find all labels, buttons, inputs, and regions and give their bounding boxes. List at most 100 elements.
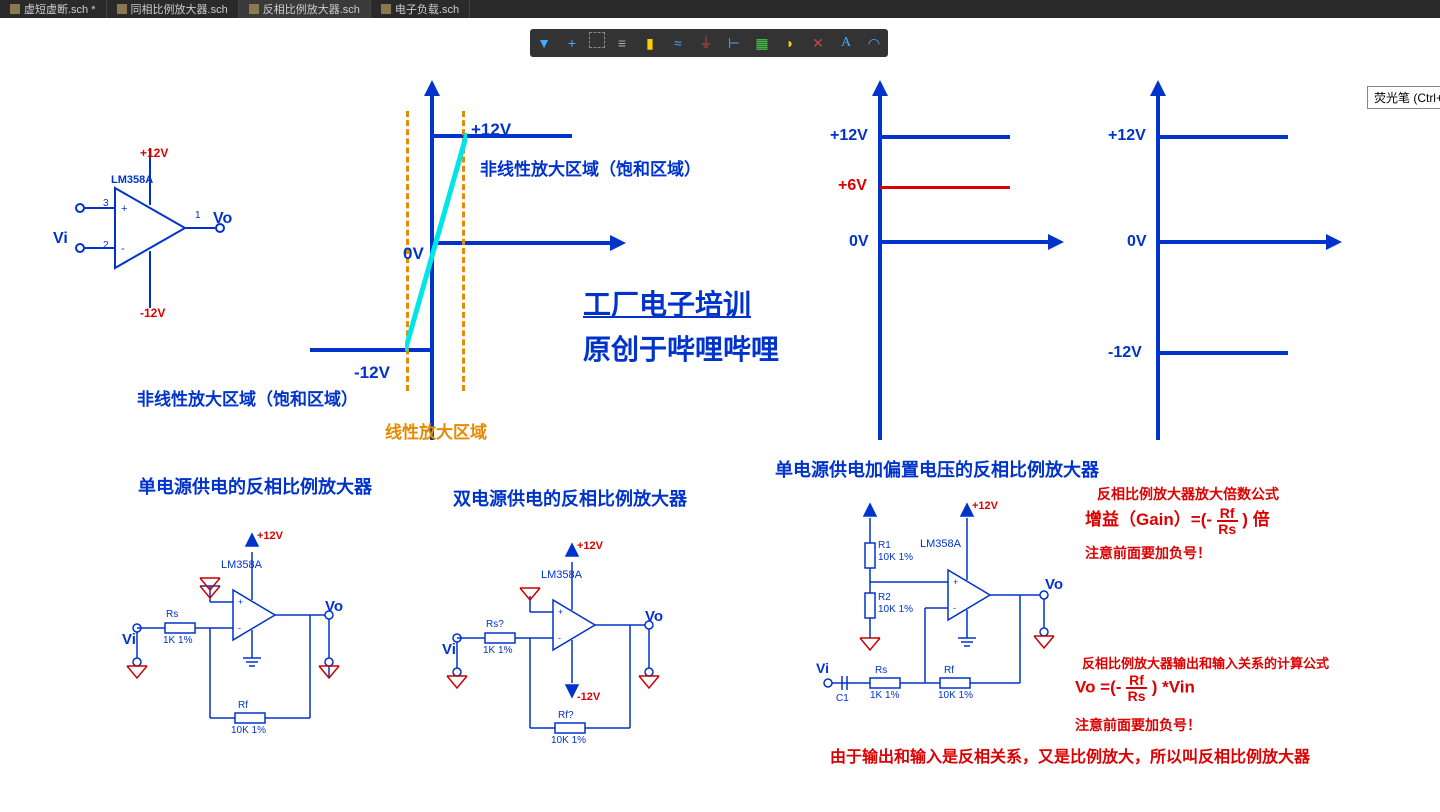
- tab-2[interactable]: 同相比例放大器.sch: [107, 0, 239, 18]
- s1-rs-v: 1K 1%: [163, 635, 192, 646]
- s3-rf: Rf: [944, 665, 954, 676]
- g1-n12: -12V: [354, 363, 390, 383]
- file-icon: [381, 4, 391, 14]
- arrow-r-3: [1326, 234, 1342, 250]
- f-gain: 增益（Gain）=(- Rf Rs ) 倍: [1085, 505, 1270, 536]
- f-bottom: 由于输出和输入是反相关系，又是比例放大，所以叫反相比例放大器: [830, 743, 1310, 767]
- s1-rs: Rs: [166, 609, 178, 620]
- arc-icon[interactable]: ◠: [863, 32, 885, 54]
- s3-rs: Rs: [875, 665, 887, 676]
- svg-text:+: +: [953, 577, 958, 587]
- tab-4[interactable]: 电子负载.sch: [371, 0, 470, 18]
- tab-1[interactable]: 虚短虚断.sch *: [0, 0, 107, 18]
- tab-3[interactable]: 反相比例放大器.sch: [239, 0, 371, 18]
- schematic-dual-supply: +- LM358A +12V -12V Vi Vo Rs? 1K 1% Rf? …: [445, 528, 685, 793]
- g2-p6: +6V: [838, 177, 867, 195]
- s3-vi: Vi: [816, 660, 829, 676]
- s2-rf: Rf?: [558, 710, 574, 721]
- filter-icon[interactable]: ▼: [533, 32, 555, 54]
- s2-p12: +12V: [577, 540, 603, 552]
- axis-y3: [1156, 90, 1160, 440]
- svg-text:-: -: [558, 633, 561, 643]
- label-vi: Vi: [53, 230, 68, 248]
- schematic-bias: +- LM358A +12V R1 10K 1% R2 10K 1% Vi Vo…: [820, 498, 1080, 763]
- f-vo: Vo =(- Rf Rs ) *Vin: [1075, 673, 1195, 703]
- arrow-r-1: [610, 235, 626, 251]
- f-note1: 注意前面要加负号！: [1085, 543, 1211, 563]
- gnd-icon[interactable]: ⏚: [695, 32, 717, 54]
- label-n12: -12V: [140, 306, 165, 320]
- s2-rf-v: 10K 1%: [551, 735, 586, 746]
- s3-rsv: 1K 1%: [870, 690, 899, 701]
- arrow-up-2: [872, 80, 888, 96]
- s2-rs: Rs?: [486, 619, 504, 630]
- file-icon: [10, 4, 20, 14]
- component-icon[interactable]: ▮: [639, 32, 661, 54]
- f-note2: 注意前面要加负号！: [1075, 715, 1201, 735]
- s3-r2: R2: [878, 592, 891, 603]
- pin1: 1: [195, 210, 201, 221]
- s2-n12: -12V: [577, 691, 600, 703]
- s2-vo: Vo: [645, 608, 663, 625]
- s3-r1v: 10K 1%: [878, 552, 913, 563]
- axis-x3: [1156, 240, 1331, 244]
- s2-rs-v: 1K 1%: [483, 645, 512, 656]
- pin3: 3: [103, 198, 109, 209]
- svg-text:-: -: [121, 243, 125, 255]
- s3-p12: +12V: [972, 500, 998, 512]
- svg-text:-: -: [953, 603, 956, 613]
- schematic-canvas[interactable]: ▼ + ≡ ▮ ≈ ⏚ ⊢ ▦ ◗ ✕ A ◠ 荧光笔 (Ctrl+ + - L…: [0, 18, 1440, 812]
- g3-line-b: [1158, 351, 1288, 355]
- f-title2: 反相比例放大器输出和输入关系的计算公式: [1082, 653, 1329, 672]
- crosshair-icon[interactable]: +: [561, 32, 583, 54]
- s1-rf: Rf: [238, 700, 248, 711]
- g2-0v: 0V: [849, 233, 869, 251]
- linear-region: [405, 133, 467, 351]
- text-icon[interactable]: A: [835, 32, 857, 54]
- s2-lm: LM358A: [541, 569, 582, 581]
- sec3-title: 单电源供电加偏置电压的反相比例放大器: [775, 456, 1099, 482]
- f-title1: 反相比例放大器放大倍数公式: [1097, 484, 1279, 504]
- svg-text:+: +: [238, 597, 243, 607]
- align-icon[interactable]: ≡: [611, 32, 633, 54]
- svg-text:-: -: [238, 623, 241, 633]
- bus-icon[interactable]: ⊢: [723, 32, 745, 54]
- g2-line-6: [880, 186, 1010, 189]
- g2-p12: +12V: [830, 127, 868, 145]
- s3-rfv: 10K 1%: [938, 690, 973, 701]
- arrow-up-1: [424, 80, 440, 96]
- s3-r2v: 10K 1%: [878, 604, 913, 615]
- toolbar: ▼ + ≡ ▮ ≈ ⏚ ⊢ ▦ ◗ ✕ A ◠: [530, 29, 888, 57]
- g3-n12: -12V: [1108, 344, 1142, 362]
- g2-line-12: [880, 135, 1010, 139]
- select-icon[interactable]: [589, 32, 605, 48]
- sec2-title: 双电源供电的反相比例放大器: [453, 485, 687, 511]
- center-sub: 原创于哔哩哔哩: [583, 328, 779, 368]
- label-icon[interactable]: ◗: [779, 32, 801, 54]
- tab-bar: 虚短虚断.sch * 同相比例放大器.sch 反相比例放大器.sch 电子负载.…: [0, 0, 1440, 18]
- noerc-icon[interactable]: ✕: [807, 32, 829, 54]
- g1-sat-bot: 非线性放大区域（饱和区域）: [137, 385, 358, 410]
- axis-y2: [878, 90, 882, 440]
- svg-text:+: +: [558, 607, 563, 617]
- s1-lm: LM358A: [221, 559, 262, 571]
- net-icon[interactable]: ≈: [667, 32, 689, 54]
- s1-p12: +12V: [257, 530, 283, 542]
- s3-c1: C1: [836, 693, 849, 704]
- arrow-r-2: [1048, 234, 1064, 250]
- opamp-label: LM358A: [111, 174, 153, 186]
- g1-p12: +12V: [471, 120, 511, 140]
- s1-vo: Vo: [325, 598, 343, 615]
- svg-text:+: +: [121, 203, 127, 215]
- opamp-symbol: + - LM358A +12V -12V Vi Vo 3 2 1: [55, 148, 245, 333]
- file-icon: [249, 4, 259, 14]
- s1-vi: Vi: [122, 631, 136, 648]
- center-title: 工厂电子培训: [583, 283, 751, 323]
- panel-icon[interactable]: ▦: [751, 32, 773, 54]
- sec1-title: 单电源供电的反相比例放大器: [138, 473, 372, 499]
- g3-0v: 0V: [1127, 233, 1147, 251]
- tooltip-highlighter: 荧光笔 (Ctrl+: [1367, 86, 1440, 109]
- file-icon: [117, 4, 127, 14]
- s2-vi: Vi: [442, 641, 456, 658]
- g3-p12: +12V: [1108, 127, 1146, 145]
